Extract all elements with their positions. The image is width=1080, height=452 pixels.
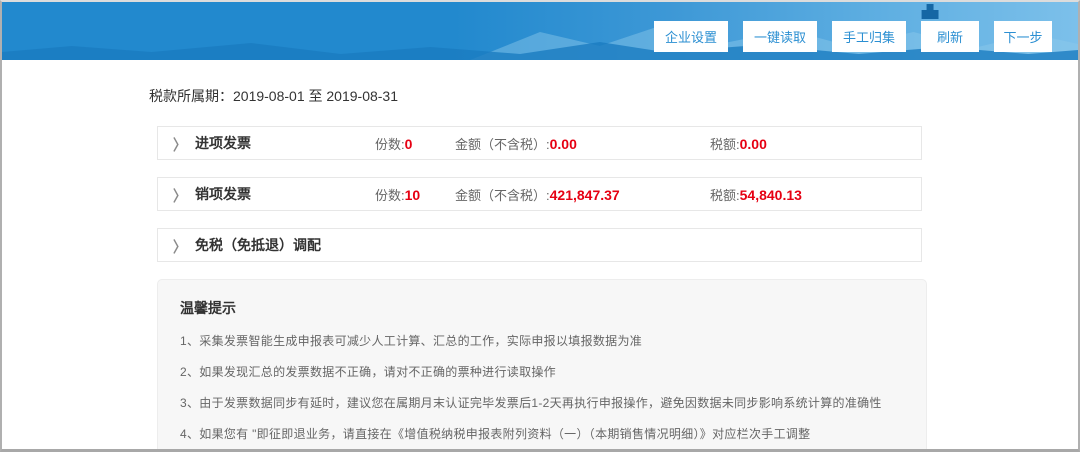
tax-free-allocation-row[interactable]: 免税（免抵退）调配: [157, 228, 922, 262]
tip-item: 3、由于发票数据同步有延时，建议您在属期月末认证完毕发票后1-2天再执行申报操作…: [180, 394, 906, 411]
output-invoice-row[interactable]: 销项发票 份数: 10 金额（不含税）: 421,847.37 税额: 54,8…: [157, 177, 922, 211]
chevron-right-icon[interactable]: [173, 132, 195, 154]
main-content: 税款所属期：2019-08-01 至 2019-08-31 进项发票 份数: 0…: [2, 60, 1078, 452]
copies-label: 份数:: [375, 185, 405, 204]
app-window: 企业设置 一键读取 手工归集 刷新 下一步 税款所属期：2019-08-01 至…: [0, 0, 1080, 452]
amount-label: 金额（不含税）:: [455, 134, 550, 153]
tax-field: 税额: 0.00: [710, 134, 767, 153]
header-banner: 企业设置 一键读取 手工归集 刷新 下一步: [2, 2, 1078, 60]
amount-field: 金额（不含税）: 421,847.37: [455, 185, 710, 204]
copies-value: 0: [405, 136, 413, 152]
tax-value: 54,840.13: [740, 187, 802, 203]
tips-panel: 温馨提示 1、采集发票智能生成申报表可减少人工计算、汇总的工作，实际申报以填报数…: [157, 279, 927, 452]
copies-value: 10: [405, 187, 421, 203]
tips-title: 温馨提示: [180, 298, 906, 318]
copies-field: 份数: 10: [375, 185, 455, 204]
chevron-right-icon[interactable]: [173, 183, 195, 205]
amount-value: 0.00: [550, 136, 577, 152]
input-invoice-row[interactable]: 进项发票 份数: 0 金额（不含税）: 0.00 税额: 0.00: [157, 126, 922, 160]
refresh-button[interactable]: 刷新: [921, 21, 979, 52]
next-step-button[interactable]: 下一步: [994, 21, 1052, 52]
tower-icon: [922, 4, 939, 19]
tax-label: 税额:: [710, 185, 740, 204]
amount-field: 金额（不含税）: 0.00: [455, 134, 710, 153]
tax-field: 税额: 54,840.13: [710, 185, 802, 204]
copies-label: 份数:: [375, 134, 405, 153]
mountain-art-decoration: [2, 2, 1078, 60]
enterprise-settings-button[interactable]: 企业设置: [654, 21, 728, 52]
chevron-right-icon[interactable]: [173, 234, 195, 256]
amount-label: 金额（不含税）:: [455, 185, 550, 204]
tip-item: 1、采集发票智能生成申报表可减少人工计算、汇总的工作，实际申报以填报数据为准: [180, 332, 906, 349]
copies-field: 份数: 0: [375, 134, 455, 153]
amount-value: 421,847.37: [550, 187, 620, 203]
tip-item: 2、如果发现汇总的发票数据不正确，请对不正确的票种进行读取操作: [180, 363, 906, 380]
tax-period-text: 税款所属期：2019-08-01 至 2019-08-31: [149, 86, 1078, 106]
row-title: 进项发票: [195, 133, 375, 153]
manual-collection-button[interactable]: 手工归集: [832, 21, 906, 52]
tax-value: 0.00: [740, 136, 767, 152]
one-click-read-button[interactable]: 一键读取: [743, 21, 817, 52]
row-title: 免税（免抵退）调配: [195, 235, 375, 255]
row-title: 销项发票: [195, 184, 375, 204]
tip-item: 4、如果您有 "即征即退业务，请直接在《增值税纳税申报表附列资料（一）（本期销售…: [180, 425, 906, 442]
tax-label: 税额:: [710, 134, 740, 153]
invoice-summary-list: 进项发票 份数: 0 金额（不含税）: 0.00 税额: 0.00 销项发票: [157, 126, 922, 262]
